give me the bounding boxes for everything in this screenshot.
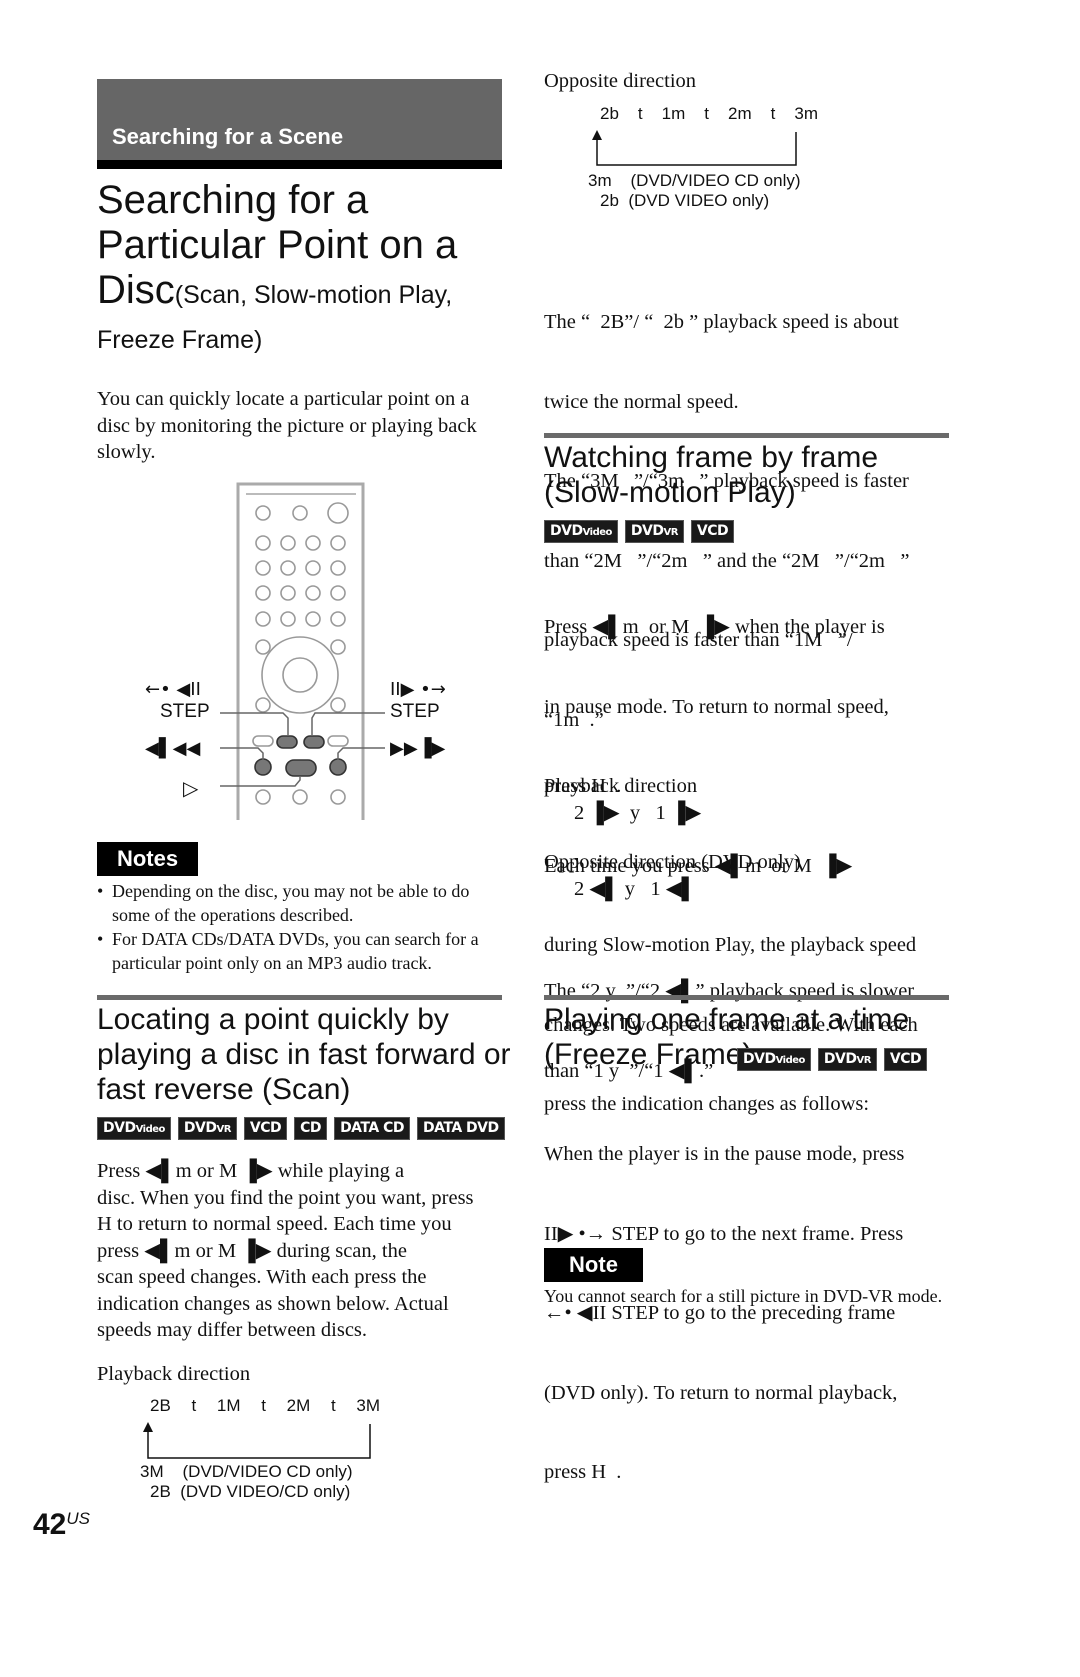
section-banner-label: Searching for a Scene — [112, 124, 344, 149]
speed-step: 3M — [356, 1396, 380, 1415]
page-title-line1: Searching for a — [97, 178, 369, 222]
scan-body-line: Press ◀▌m or M ▐▶ while playing a — [97, 1160, 405, 1182]
disc-type-badge: DVDVideo — [97, 1117, 171, 1140]
speed-step: 2b — [600, 104, 619, 123]
scan-body-line: indication changes as shown below. Actua… — [97, 1292, 449, 1315]
speed-step: t — [770, 104, 776, 123]
disc-type-badge: DVDVideo — [544, 520, 618, 543]
speed-step: 3m — [794, 104, 818, 123]
disc-type-badge: DVDVR — [817, 1048, 877, 1071]
disc-type-badge: VCD — [883, 1048, 928, 1071]
step-back-symbol: ←• ◀II — [145, 679, 201, 700]
note-label: Note — [544, 1248, 643, 1282]
page-number: 42US — [33, 1508, 90, 1542]
speed-step: 2M — [286, 1396, 311, 1415]
speed-step: t — [637, 104, 643, 123]
slow-playback-sequence: 2 ▐▶ y 1 ▐▶ — [574, 802, 702, 824]
slow-opposite-label: Opposite direction (DVD only) — [544, 851, 801, 873]
disc-type-badge: DVDVR — [177, 1117, 237, 1140]
speed-step: t — [191, 1396, 197, 1415]
scan-heading-line: playing a disc in fast forward or — [97, 1038, 511, 1071]
scan-body-line: speeds may differ between discs. — [97, 1319, 368, 1341]
slow-heading-line: (Slow-motion Play) — [544, 476, 796, 509]
scan-back-symbol: ◀▌◀◀ — [145, 738, 201, 759]
scan-playback-label: Playback direction — [97, 1363, 251, 1385]
remote-illustration — [140, 480, 480, 826]
speed-step: t — [261, 1396, 266, 1415]
scan-forward-symbol: ▶▶▐▶ — [390, 738, 446, 759]
scan-playback-note1: 3M (DVD/VIDEO CD only) — [140, 1462, 353, 1481]
intro-text: You can quickly locate a particular poin… — [97, 388, 477, 463]
remote-control-drawing — [220, 482, 385, 826]
slow-footer-line: The “2 y ”/“2 ◀▌” playback speed is slow… — [544, 980, 915, 1002]
opposite-sequence: 2b t 1m t 2m t 3m — [600, 104, 818, 124]
scan-body-line: disc. When you find the point you want, … — [97, 1186, 474, 1209]
page-title: Searching for a Particular Point on a Di… — [97, 178, 457, 362]
scan-heading-line: Locating a point quickly by — [97, 1003, 449, 1036]
scan-playback-loop-arrow — [143, 1422, 371, 1459]
disc-type-badge: DVDVR — [624, 520, 684, 543]
disc-type-badge: VCD — [690, 520, 735, 543]
page-subtitle-a: (Scan, Slow-motion Play, — [174, 281, 453, 309]
notes-list: Depending on the disc, you may not be ab… — [97, 879, 507, 975]
speed-step: 2B — [150, 1396, 171, 1415]
scan-body-line: press ◀▌m or M ▐▶ during scan, the — [97, 1239, 407, 1262]
step-back-label: STEP — [160, 701, 210, 722]
scan-heading: Locating a point quickly by playing a di… — [97, 1002, 537, 1107]
scan-body-line: H to return to normal speed. Each time y… — [97, 1213, 452, 1235]
speed-step: 1m — [661, 104, 686, 123]
slow-opposite-sequence: 2 ◀▌ y 1 ◀▌ — [574, 878, 697, 900]
page-number-suffix: US — [66, 1509, 90, 1528]
note-item: For DATA CDs/DATA DVDs, you can search f… — [97, 927, 507, 975]
slow-disc-badges: DVDVideo DVDVR VCD — [544, 520, 735, 543]
step-forward-label: STEP — [390, 701, 440, 722]
speed-step: 1M — [216, 1396, 241, 1415]
speed-step: t — [704, 104, 710, 123]
section-rule — [544, 433, 949, 438]
section-banner-bar — [97, 160, 502, 169]
speed-step: 2m — [728, 104, 752, 123]
disc-type-badge: DATA CD — [334, 1117, 410, 1140]
freeze-body-line: (DVD only). To return to normal playback… — [544, 1381, 898, 1404]
section-banner: Searching for a Scene — [97, 79, 502, 169]
freeze-body-line: When the player is in the pause mode, pr… — [544, 1143, 905, 1165]
page-title-line2: Particular Point on a — [97, 223, 458, 267]
speed-explanation-line: The “ 2B”/ “ 2b ” playback speed is abou… — [544, 311, 899, 333]
slow-heading-line: Watching frame by frame — [544, 441, 878, 474]
disc-type-badge: CD — [294, 1117, 328, 1140]
note-text: You cannot search for a still picture in… — [544, 1286, 943, 1306]
speed-explanation-line: twice the normal speed. — [544, 390, 739, 413]
scan-body: Press ◀▌m or M ▐▶ while playing a disc. … — [97, 1158, 517, 1344]
opposite-loop-arrow — [592, 130, 797, 166]
page-subtitle-b: Freeze Frame) — [97, 326, 263, 354]
note-item: Depending on the disc, you may not be ab… — [97, 879, 507, 927]
disc-type-badge: DATA DVD — [417, 1117, 505, 1140]
slow-playback-label: Playback direction — [544, 775, 698, 797]
scan-heading-line: fast reverse (Scan) — [97, 1073, 351, 1106]
freeze-body-line: II▶ •→ STEP to go to the next frame. Pre… — [544, 1222, 904, 1245]
section-rule — [97, 995, 502, 1000]
freeze-disc-badges: DVDVideo DVDVR VCD — [737, 1048, 928, 1071]
scan-playback-note2: 2B (DVD VIDEO/CD only) — [150, 1482, 351, 1501]
notes-label: Notes — [97, 842, 198, 876]
page-number-value: 42 — [33, 1508, 67, 1541]
opposite-note1: 3m (DVD/VIDEO CD only) — [588, 171, 801, 190]
scan-playback-sequence: 2B t 1M t 2M t 3M — [150, 1396, 380, 1416]
scan-body-line: scan speed changes. With each press the — [97, 1266, 427, 1288]
play-symbol: ▷ — [183, 776, 199, 800]
opposite-note2: 2b (DVD VIDEO only) — [600, 191, 770, 210]
disc-type-badge: DVDVideo — [737, 1048, 811, 1071]
slow-heading: Watching frame by frame (Slow-motion Pla… — [544, 440, 878, 510]
section-rule — [544, 995, 949, 1000]
step-forward-symbol: II▶ •→ — [390, 679, 446, 700]
disc-type-badge: VCD — [243, 1117, 288, 1140]
slow-body-line: Press ◀▌m or M ▐▶ when the player is — [544, 616, 885, 638]
page-title-line3: Disc — [97, 268, 175, 312]
scan-disc-badges: DVDVideo DVDVR VCD CD DATA CD DATA DVD — [97, 1117, 505, 1140]
speed-step: t — [330, 1396, 336, 1415]
freeze-body-line: press H . — [544, 1461, 622, 1483]
opposite-label: Opposite direction — [544, 70, 697, 92]
freeze-heading-line: Playing one frame at a time — [544, 1003, 910, 1036]
slow-body-line: in pause mode. To return to normal speed… — [544, 695, 889, 718]
